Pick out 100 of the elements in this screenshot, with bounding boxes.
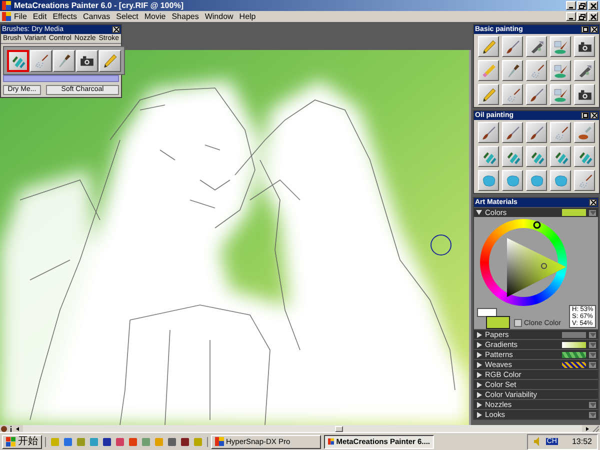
menu-item[interactable]: Help bbox=[236, 11, 259, 22]
sponge-icon bbox=[480, 172, 496, 188]
menu-item[interactable]: Movie bbox=[141, 11, 169, 22]
app-icon[interactable] bbox=[115, 436, 125, 446]
collapsed-triangle-icon[interactable] bbox=[476, 412, 482, 418]
checkbox[interactable] bbox=[514, 319, 522, 327]
close-button[interactable] bbox=[588, 1, 598, 10]
tool-button[interactable] bbox=[550, 146, 571, 167]
airbrush-icon bbox=[576, 62, 592, 78]
maximize-button[interactable] bbox=[581, 112, 589, 119]
ball-icon[interactable] bbox=[1, 426, 7, 432]
close-button[interactable] bbox=[590, 112, 598, 119]
section-menu-button[interactable] bbox=[589, 352, 596, 358]
tool-button[interactable] bbox=[502, 60, 523, 81]
tool-button[interactable] bbox=[502, 170, 523, 191]
menu-item[interactable]: Shapes bbox=[168, 11, 202, 22]
spray-brush-icon bbox=[33, 53, 49, 69]
tool-button[interactable] bbox=[550, 84, 571, 105]
maximize-button[interactable] bbox=[581, 26, 589, 33]
minimize-button[interactable] bbox=[566, 1, 576, 10]
collapsed-triangle-icon[interactable] bbox=[476, 372, 482, 378]
tool-button[interactable] bbox=[478, 60, 499, 81]
tool-button[interactable] bbox=[526, 146, 547, 167]
menu-item[interactable]: File bbox=[11, 11, 30, 22]
app-icon[interactable] bbox=[180, 436, 190, 446]
watercolor-brush-icon bbox=[552, 62, 568, 78]
watercolor-brush-icon bbox=[552, 38, 568, 54]
close-button[interactable] bbox=[590, 26, 598, 33]
tool-button[interactable] bbox=[550, 122, 571, 143]
brush-button[interactable] bbox=[53, 50, 75, 72]
spray-brush-icon bbox=[504, 86, 520, 102]
horizontal-scrollbar[interactable] bbox=[23, 425, 582, 432]
resize-grip-icon[interactable] bbox=[592, 425, 599, 432]
app-icon[interactable] bbox=[63, 436, 73, 446]
tool-button[interactable] bbox=[526, 36, 547, 57]
weave-preview bbox=[562, 362, 586, 368]
section-menu-button[interactable] bbox=[589, 210, 596, 216]
app-logo-icon bbox=[2, 1, 11, 10]
section-menu-button[interactable] bbox=[589, 342, 596, 348]
collapsed-triangle-icon[interactable] bbox=[476, 392, 482, 398]
collapsed-triangle-icon[interactable] bbox=[476, 342, 482, 348]
minimize-button[interactable] bbox=[566, 12, 576, 21]
expanded-triangle-icon[interactable] bbox=[476, 210, 482, 216]
collapsed-triangle-icon[interactable] bbox=[476, 332, 482, 338]
pencil-eraser-icon bbox=[480, 62, 496, 78]
menu-item[interactable]: Window bbox=[202, 11, 236, 22]
tool-button[interactable] bbox=[574, 36, 595, 57]
tool-button[interactable] bbox=[502, 84, 523, 105]
document-logo-icon bbox=[2, 12, 11, 21]
tool-button[interactable] bbox=[574, 60, 595, 81]
tool-button[interactable] bbox=[478, 84, 499, 105]
info-icon[interactable] bbox=[9, 426, 13, 432]
tool-button[interactable] bbox=[574, 170, 595, 191]
app-icon[interactable] bbox=[167, 436, 177, 446]
close-button[interactable] bbox=[112, 26, 120, 33]
restore-button[interactable] bbox=[577, 12, 587, 21]
app-icon[interactable] bbox=[102, 436, 112, 446]
collapsed-triangle-icon[interactable] bbox=[476, 352, 482, 358]
tool-button[interactable] bbox=[550, 170, 571, 191]
menu-item[interactable]: Select bbox=[113, 11, 142, 22]
start-button[interactable]: 开始 bbox=[2, 434, 42, 448]
collapsed-triangle-icon[interactable] bbox=[476, 382, 482, 388]
restore-button[interactable] bbox=[577, 1, 587, 10]
tool-button[interactable] bbox=[526, 122, 547, 143]
pencil-icon bbox=[102, 53, 118, 69]
primary-color-swatch[interactable] bbox=[486, 316, 510, 329]
tool-button[interactable] bbox=[502, 36, 523, 57]
collapsed-triangle-icon[interactable] bbox=[476, 362, 482, 368]
brush-button[interactable] bbox=[99, 50, 121, 72]
menu-item[interactable]: Canvas bbox=[80, 11, 114, 22]
tool-button[interactable] bbox=[502, 146, 523, 167]
brush-button[interactable] bbox=[30, 50, 52, 72]
tool-button[interactable] bbox=[550, 60, 571, 81]
close-button[interactable] bbox=[589, 199, 597, 206]
collapsed-triangle-icon[interactable] bbox=[476, 402, 482, 408]
paintbrush-icon bbox=[480, 124, 496, 140]
tool-button[interactable] bbox=[478, 122, 499, 143]
menu-item[interactable]: Effects bbox=[50, 11, 80, 22]
tool-button[interactable] bbox=[502, 122, 523, 143]
tool-button[interactable] bbox=[574, 84, 595, 105]
tool-button[interactable] bbox=[478, 36, 499, 57]
tool-button[interactable] bbox=[526, 60, 547, 81]
tool-button[interactable] bbox=[526, 84, 547, 105]
tool-button[interactable] bbox=[526, 170, 547, 191]
section-menu-button[interactable] bbox=[589, 412, 596, 418]
tool-button[interactable] bbox=[550, 36, 571, 57]
tool-button[interactable] bbox=[478, 146, 499, 167]
menu-item[interactable]: Edit bbox=[30, 11, 50, 22]
section-menu-button[interactable] bbox=[589, 402, 596, 408]
close-button[interactable] bbox=[588, 12, 598, 21]
spray-brush-icon bbox=[528, 62, 544, 78]
tool-button[interactable] bbox=[574, 122, 595, 143]
section-menu-button[interactable] bbox=[589, 332, 596, 338]
tool-button[interactable] bbox=[478, 170, 499, 191]
section-menu-button[interactable] bbox=[589, 362, 596, 368]
secondary-color-swatch[interactable] bbox=[477, 308, 497, 317]
paintbrush-icon bbox=[528, 86, 544, 102]
brush-button[interactable] bbox=[76, 50, 98, 72]
clock: 13:52 bbox=[572, 437, 592, 446]
tool-button[interactable] bbox=[574, 146, 595, 167]
